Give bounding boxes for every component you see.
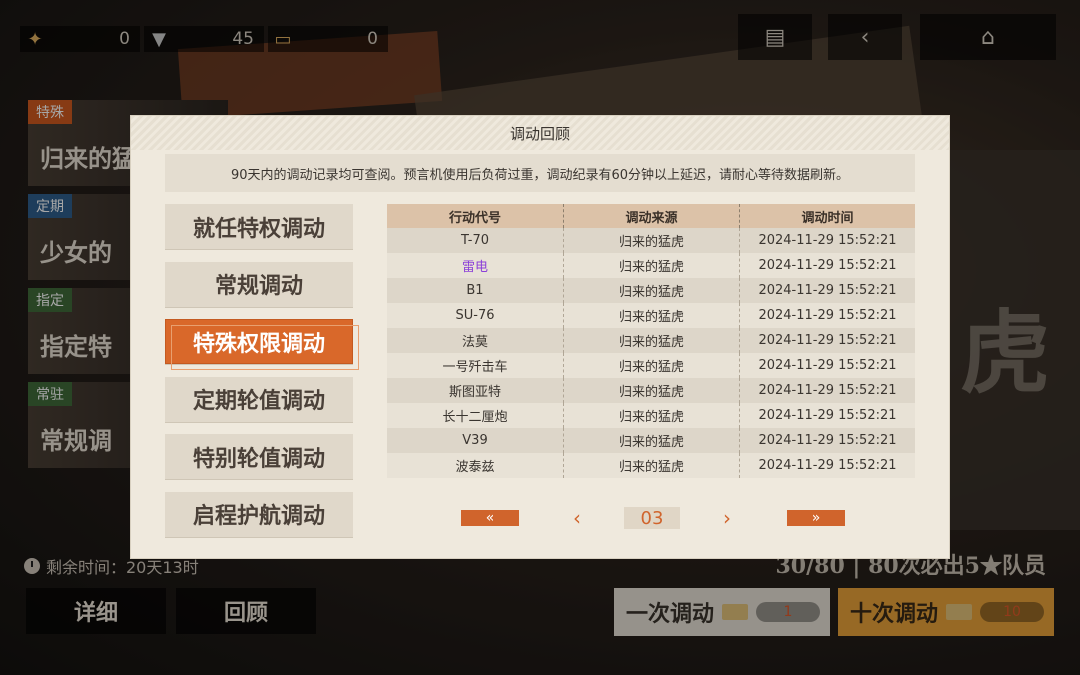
row-time: 2024-11-29 15:52:21 (739, 253, 915, 278)
header-time: 调动时间 (739, 204, 915, 228)
history-notice: 90天内的调动记录均可查阅。预言机使用后负荷过重，调动纪录有60分钟以上延迟，请… (165, 154, 915, 192)
row-code: SU-76 (455, 308, 495, 323)
history-dialog: 调动回顾 90天内的调动记录均可查阅。预言机使用后负荷过重，调动纪录有60分钟以… (131, 116, 949, 558)
pool-tabs: 就任特权调动 常规调动 特殊权限调动 定期轮值调动 特别轮值调动 启程护航调动 (165, 204, 359, 549)
table-body: T-70 归来的猛虎 2024-11-29 15:52:21 雷电 归来的猛虎 2024-… (387, 228, 915, 478)
table-row: 法莫 归来的猛虎 2024-11-29 15:52:21 (387, 328, 915, 353)
row-time: 2024-11-29 15:52:21 (739, 403, 915, 428)
row-source: 归来的猛虎 (563, 428, 739, 453)
row-time: 2024-11-29 15:52:21 (739, 428, 915, 453)
tab-escort[interactable]: 启程护航调动 (165, 491, 353, 538)
row-time: 2024-11-29 15:52:21 (739, 378, 915, 403)
row-time: 2024-11-29 15:52:21 (739, 303, 915, 328)
header-code: 行动代号 (448, 210, 501, 226)
table-row: B1 归来的猛虎 2024-11-29 15:52:21 (387, 278, 915, 303)
page-number: 03 (624, 507, 680, 529)
row-source: 归来的猛虎 (563, 278, 739, 303)
row-source: 归来的猛虎 (563, 253, 739, 278)
table-row: 一号歼击车 归来的猛虎 2024-11-29 15:52:21 (387, 353, 915, 378)
tab-special-rotation[interactable]: 特别轮值调动 (165, 434, 353, 480)
row-source: 归来的猛虎 (563, 453, 739, 478)
row-source: 归来的猛虎 (563, 303, 739, 328)
row-code: 长十二厘炮 (442, 410, 508, 425)
tab-periodic-rotation[interactable]: 定期轮值调动 (165, 376, 353, 423)
table-row: 波泰兹 归来的猛虎 2024-11-29 15:52:21 (387, 453, 915, 478)
row-code: 法莫 (461, 335, 488, 350)
first-page-button[interactable]: « (461, 510, 519, 526)
row-source: 归来的猛虎 (563, 403, 739, 428)
table-row: T-70 归来的猛虎 2024-11-29 15:52:21 (387, 228, 915, 253)
table-row: 雷电 归来的猛虎 2024-11-29 15:52:21 (387, 253, 915, 278)
row-code: B1 (466, 283, 484, 298)
row-code: 斯图亚特 (448, 385, 501, 400)
row-source: 归来的猛虎 (563, 353, 739, 378)
row-source: 归来的猛虎 (563, 378, 739, 403)
row-code: 雷电 (461, 260, 488, 275)
row-source: 归来的猛虎 (563, 328, 739, 353)
dialog-title: 调动回顾 (131, 116, 949, 150)
table-row: 斯图亚特 归来的猛虎 2024-11-29 15:52:21 (387, 378, 915, 403)
tab-special[interactable]: 特殊权限调动 (165, 319, 359, 370)
prev-page-button[interactable]: ‹ (567, 506, 587, 530)
row-code: V39 (462, 433, 488, 448)
row-code: 波泰兹 (455, 460, 495, 475)
row-code: T-70 (461, 233, 489, 248)
last-page-button[interactable]: » (787, 510, 845, 526)
table-row: V39 归来的猛虎 2024-11-29 15:52:21 (387, 428, 915, 453)
next-page-button[interactable]: › (717, 506, 737, 530)
row-code: 一号歼击车 (442, 360, 508, 375)
pagination: « ‹ 03 › » (387, 506, 915, 544)
row-time: 2024-11-29 15:52:21 (739, 353, 915, 378)
history-table: 行动代号 调动来源 调动时间 T-70 归来的猛虎 2024-11-29 15:52… (387, 204, 915, 478)
header-source: 调动来源 (563, 204, 739, 228)
table-row: SU-76 归来的猛虎 2024-11-29 15:52:21 (387, 303, 915, 328)
row-time: 2024-11-29 15:52:21 (739, 328, 915, 353)
tab-inaugural[interactable]: 就任特权调动 (165, 204, 353, 250)
row-time: 2024-11-29 15:52:21 (739, 278, 915, 303)
table-header: 行动代号 调动来源 调动时间 (387, 204, 915, 228)
tab-regular[interactable]: 常规调动 (165, 261, 353, 308)
row-time: 2024-11-29 15:52:21 (739, 453, 915, 478)
table-row: 长十二厘炮 归来的猛虎 2024-11-29 15:52:21 (387, 403, 915, 428)
row-time: 2024-11-29 15:52:21 (739, 228, 915, 253)
row-source: 归来的猛虎 (563, 228, 739, 253)
